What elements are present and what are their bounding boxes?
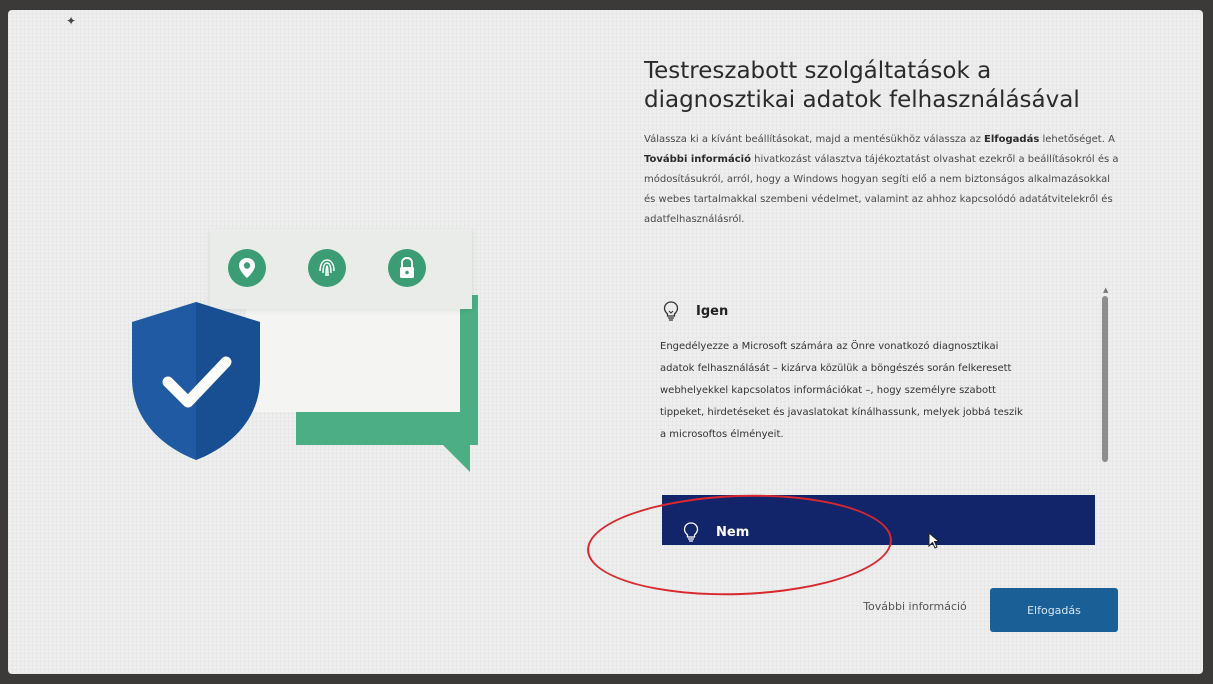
page-title: Testreszabott szolgáltatások a diagnoszt… <box>644 58 1080 114</box>
lock-icon <box>388 249 426 287</box>
intro-bold-accept: Elfogadás <box>984 134 1040 145</box>
intro-text: Válassza ki a kívánt beállításokat, majd… <box>644 130 1122 230</box>
scroll-up-icon[interactable]: ▲ <box>1103 286 1108 294</box>
icon-card <box>210 229 472 309</box>
mouse-cursor-icon <box>928 532 941 549</box>
privacy-illustration <box>8 10 628 674</box>
location-pin-icon <box>228 249 266 287</box>
shield-check-icon <box>132 302 260 460</box>
intro-part-2: lehetőséget. A <box>1039 134 1115 145</box>
fingerprint-icon <box>308 249 346 287</box>
intro-bold-more-info: További információ <box>644 154 751 165</box>
options-scrollbar[interactable]: ▲ <box>1096 282 1114 540</box>
illustration-card <box>246 300 460 412</box>
option-yes[interactable]: Igen Engedélyezze a Microsoft számára az… <box>660 300 1040 446</box>
accept-button[interactable]: Elfogadás <box>990 588 1118 632</box>
lightbulb-icon <box>660 300 682 322</box>
option-yes-label: Igen <box>696 303 729 319</box>
scrollbar-thumb[interactable] <box>1102 296 1108 462</box>
more-info-link[interactable]: További információ <box>862 596 968 617</box>
intro-part-1: Válassza ki a kívánt beállításokat, majd… <box>644 134 985 145</box>
option-yes-description: Engedélyezze a Microsoft számára az Önre… <box>660 341 1023 440</box>
speech-bubble-tail <box>438 440 470 472</box>
